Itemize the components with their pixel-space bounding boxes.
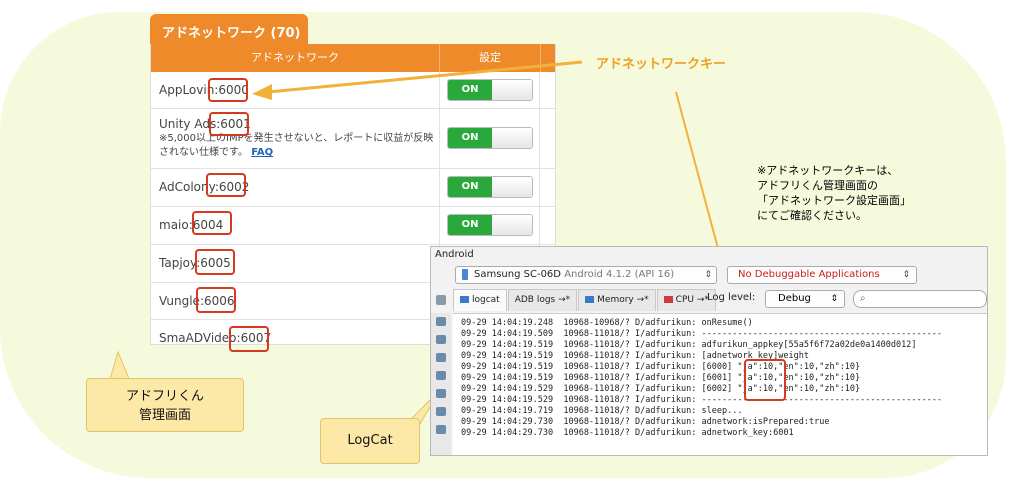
tab-memory[interactable]: Memory →* — [578, 289, 656, 311]
restart-icon[interactable] — [436, 425, 446, 434]
wrap-icon[interactable] — [436, 389, 446, 398]
phone-icon — [462, 269, 468, 280]
log-line: 09-29 14:04:29.730 10968-11018/? D/adfur… — [461, 428, 794, 438]
device-dropdown[interactable]: Samsung SC-06D Android 4.1.2 (API 16) ⇕ — [455, 266, 717, 284]
note-line: にてご確認ください。 — [757, 209, 867, 222]
print-icon[interactable] — [436, 407, 446, 416]
camera-icon[interactable] — [436, 295, 446, 305]
trash-icon[interactable] — [436, 317, 446, 326]
app-select-label: No Debuggable Applications — [738, 269, 880, 280]
dropdown-arrow-icon: ⇕ — [902, 270, 910, 280]
log-line: 09-29 14:04:19.519 10968-11018/? I/adfur… — [461, 362, 861, 372]
note-line: 「アドネットワーク設定画面」 — [757, 194, 911, 207]
log-line: 09-29 14:04:19.719 10968-11018/? D/adfur… — [461, 406, 743, 416]
app-dropdown[interactable]: No Debuggable Applications ⇕ — [727, 266, 917, 284]
up-arrow-icon[interactable] — [436, 353, 446, 362]
log-line: 09-29 14:04:19.519 10968-11018/? I/adfur… — [461, 351, 809, 361]
search-icon: ⌕ — [860, 293, 866, 304]
tab-adb-logs[interactable]: ADB logs →* — [507, 289, 578, 311]
device-label: Samsung SC-06D Android 4.1.2 (API 16) — [474, 269, 675, 280]
note-block: ※アドネットワークキーは、 アドフリくん管理画面の 「アドネットワーク設定画面」… — [757, 163, 977, 223]
note-line: ※アドネットワークキーは、 — [757, 164, 899, 177]
dropdown-arrow-icon: ⇕ — [704, 270, 712, 280]
note-line: アドフリくん管理画面の — [757, 179, 878, 192]
arrow-line — [267, 60, 583, 94]
monitor-tabs: logcat ADB logs →* Memory →* CPU →* — [453, 289, 717, 311]
log-toolbar — [431, 313, 451, 455]
tab-logcat[interactable]: logcat — [453, 289, 507, 311]
search-input[interactable]: ⌕ — [853, 290, 987, 308]
scroll-end-icon[interactable] — [436, 335, 446, 344]
down-arrow-icon[interactable] — [436, 371, 446, 380]
bubble-line: 管理画面 — [138, 408, 191, 423]
log-line: 09-29 14:04:19.519 10968-11018/? I/adfur… — [461, 373, 861, 383]
logcat-icon — [460, 296, 469, 303]
admin-bubble: アドフリくん 管理画面 — [86, 378, 244, 432]
dropdown-arrow-icon: ⇕ — [830, 294, 838, 304]
bubble-line: アドフリくん — [125, 389, 204, 404]
loglevel-label: Log level: — [707, 292, 756, 303]
cpu-icon — [663, 296, 673, 303]
memory-icon — [585, 296, 595, 303]
loglevel-dropdown[interactable]: Debug ⇕ — [765, 290, 845, 308]
log-line: 09-29 14:04:19.529 10968-11018/? I/adfur… — [461, 384, 861, 394]
logcat-bubble: LogCat — [320, 418, 420, 464]
log-line: 09-29 14:04:29.730 10968-11018/? D/adfur… — [461, 417, 830, 427]
network-key-label: アドネットワークキー — [596, 57, 727, 72]
android-monitor-panel: Android Samsung SC-06D Android 4.1.2 (AP… — [430, 246, 988, 456]
loglevel-value: Debug — [778, 293, 811, 304]
log-line: 09-29 14:04:19.529 10968-11018/? I/adfur… — [461, 395, 943, 405]
arrow-head — [252, 84, 272, 100]
log-line: 09-29 14:04:19.519 10968-11018/? I/adfur… — [461, 340, 917, 350]
log-line: 09-29 14:04:19.509 10968-11018/? I/adfur… — [461, 329, 943, 339]
log-line: 09-29 14:04:19.248 10968-10968/? D/adfur… — [461, 318, 753, 328]
panel-title: Android — [435, 249, 474, 260]
